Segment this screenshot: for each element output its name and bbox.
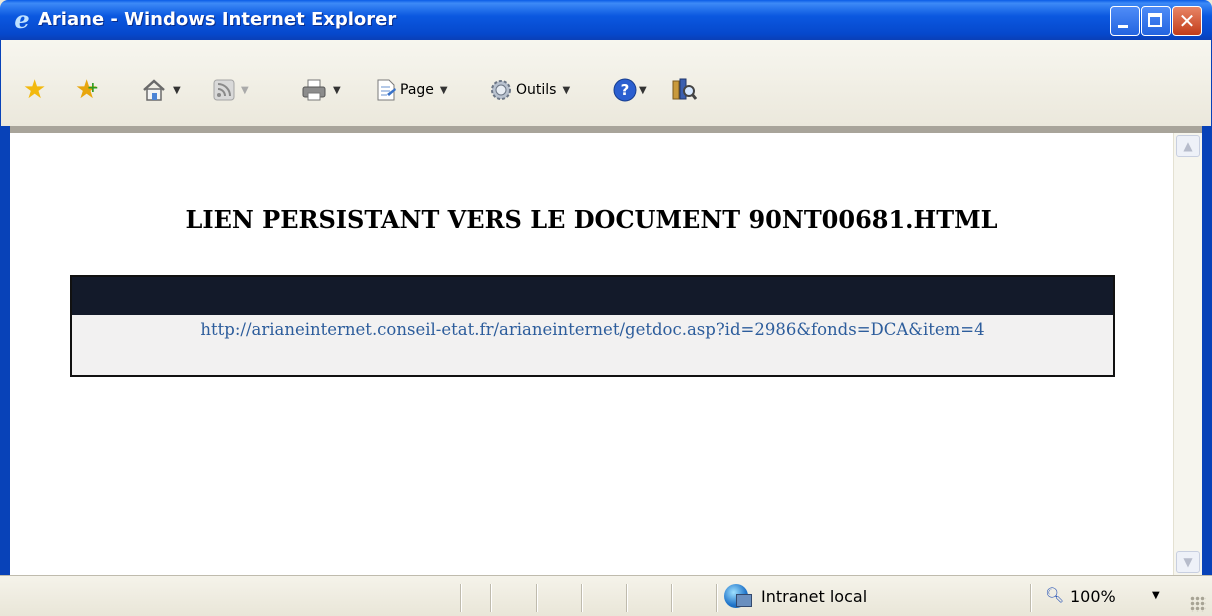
- page-icon: [377, 79, 396, 101]
- status-divider: [626, 584, 627, 612]
- tools-menu-button[interactable]: Outils ▼: [489, 77, 570, 103]
- page-heading: LIEN PERSISTANT VERS LE DOCUMENT 90NT006…: [185, 205, 998, 234]
- minimize-icon: [1111, 7, 1139, 35]
- resize-grip[interactable]: [1190, 596, 1206, 612]
- title-bar: e Ariane - Windows Internet Explorer ✕: [0, 0, 1212, 40]
- research-button[interactable]: [671, 77, 697, 103]
- help-button[interactable]: ? ▼: [613, 77, 647, 103]
- scroll-up-button[interactable]: ▲: [1176, 135, 1200, 157]
- print-button[interactable]: ▼: [301, 77, 341, 103]
- home-dropdown-icon[interactable]: ▼: [173, 85, 181, 96]
- zoom-level[interactable]: 100%: [1070, 587, 1116, 606]
- table-header-band: [72, 277, 1113, 315]
- feeds-button[interactable]: ▼: [213, 77, 249, 103]
- status-divider: [1030, 584, 1031, 612]
- tools-dropdown-icon[interactable]: ▼: [562, 85, 570, 96]
- status-divider: [490, 584, 491, 612]
- favorites-star-icon: ★: [23, 75, 47, 105]
- persistent-link-table: http://arianeinternet.conseil-etat.fr/ar…: [70, 275, 1115, 377]
- help-dropdown-icon[interactable]: ▼: [639, 85, 647, 96]
- maximize-button[interactable]: [1141, 6, 1171, 36]
- zoom-dropdown-icon[interactable]: ▼: [1152, 590, 1160, 601]
- add-favorites-button[interactable]: ★ +: [75, 75, 99, 105]
- page-dropdown-icon[interactable]: ▼: [440, 85, 448, 96]
- status-bar: Intranet local 🔍︎ 100% ▼: [0, 575, 1212, 616]
- scroll-up-icon: ▲: [1183, 139, 1193, 153]
- add-favorite-icon: ★ +: [75, 75, 99, 105]
- help-icon: ?: [613, 78, 637, 102]
- home-button[interactable]: ▼: [141, 77, 181, 103]
- status-divider: [581, 584, 582, 612]
- window-title: Ariane - Windows Internet Explorer: [38, 9, 397, 30]
- status-divider: [716, 584, 717, 612]
- page-menu-label: Page: [400, 82, 434, 98]
- scroll-down-icon: ▼: [1183, 555, 1193, 569]
- svg-text:?: ?: [621, 81, 630, 99]
- tools-menu-label: Outils: [516, 82, 557, 98]
- status-divider: [460, 584, 461, 612]
- page-content: LIEN PERSISTANT VERS LE DOCUMENT 90NT006…: [10, 133, 1173, 575]
- research-icon: [672, 78, 697, 100]
- close-button[interactable]: ✕: [1172, 6, 1202, 36]
- security-zone-label[interactable]: Intranet local: [761, 587, 867, 606]
- window-frame-left: [0, 126, 10, 575]
- feeds-icon: [213, 79, 235, 101]
- internet-explorer-icon: e: [14, 5, 30, 34]
- print-dropdown-icon[interactable]: ▼: [333, 85, 341, 96]
- favorites-button[interactable]: ★: [23, 77, 46, 103]
- feeds-dropdown-icon[interactable]: ▼: [241, 85, 249, 96]
- status-divider: [671, 584, 672, 612]
- vertical-scrollbar[interactable]: ▲ ▼: [1173, 133, 1202, 575]
- maximize-icon: [1142, 7, 1170, 35]
- content-top-border: [10, 126, 1202, 133]
- intranet-zone-icon: [724, 584, 752, 608]
- page-menu-button[interactable]: Page ▼: [375, 77, 448, 103]
- close-icon: ✕: [1178, 9, 1196, 33]
- home-icon: [143, 79, 165, 101]
- zoom-icon[interactable]: 🔍︎: [1045, 586, 1064, 604]
- gear-icon: [491, 80, 511, 100]
- status-divider: [536, 584, 537, 612]
- minimize-button[interactable]: [1110, 6, 1140, 36]
- print-icon: [302, 79, 326, 101]
- window-frame-right: [1202, 126, 1212, 575]
- command-bar: ★ ★ + ▼ ▼ ▼ Page ▼ Outils ▼ ? ▼: [0, 40, 1212, 126]
- scroll-down-button[interactable]: ▼: [1176, 551, 1200, 573]
- persistent-link[interactable]: http://arianeinternet.conseil-etat.fr/ar…: [193, 318, 993, 342]
